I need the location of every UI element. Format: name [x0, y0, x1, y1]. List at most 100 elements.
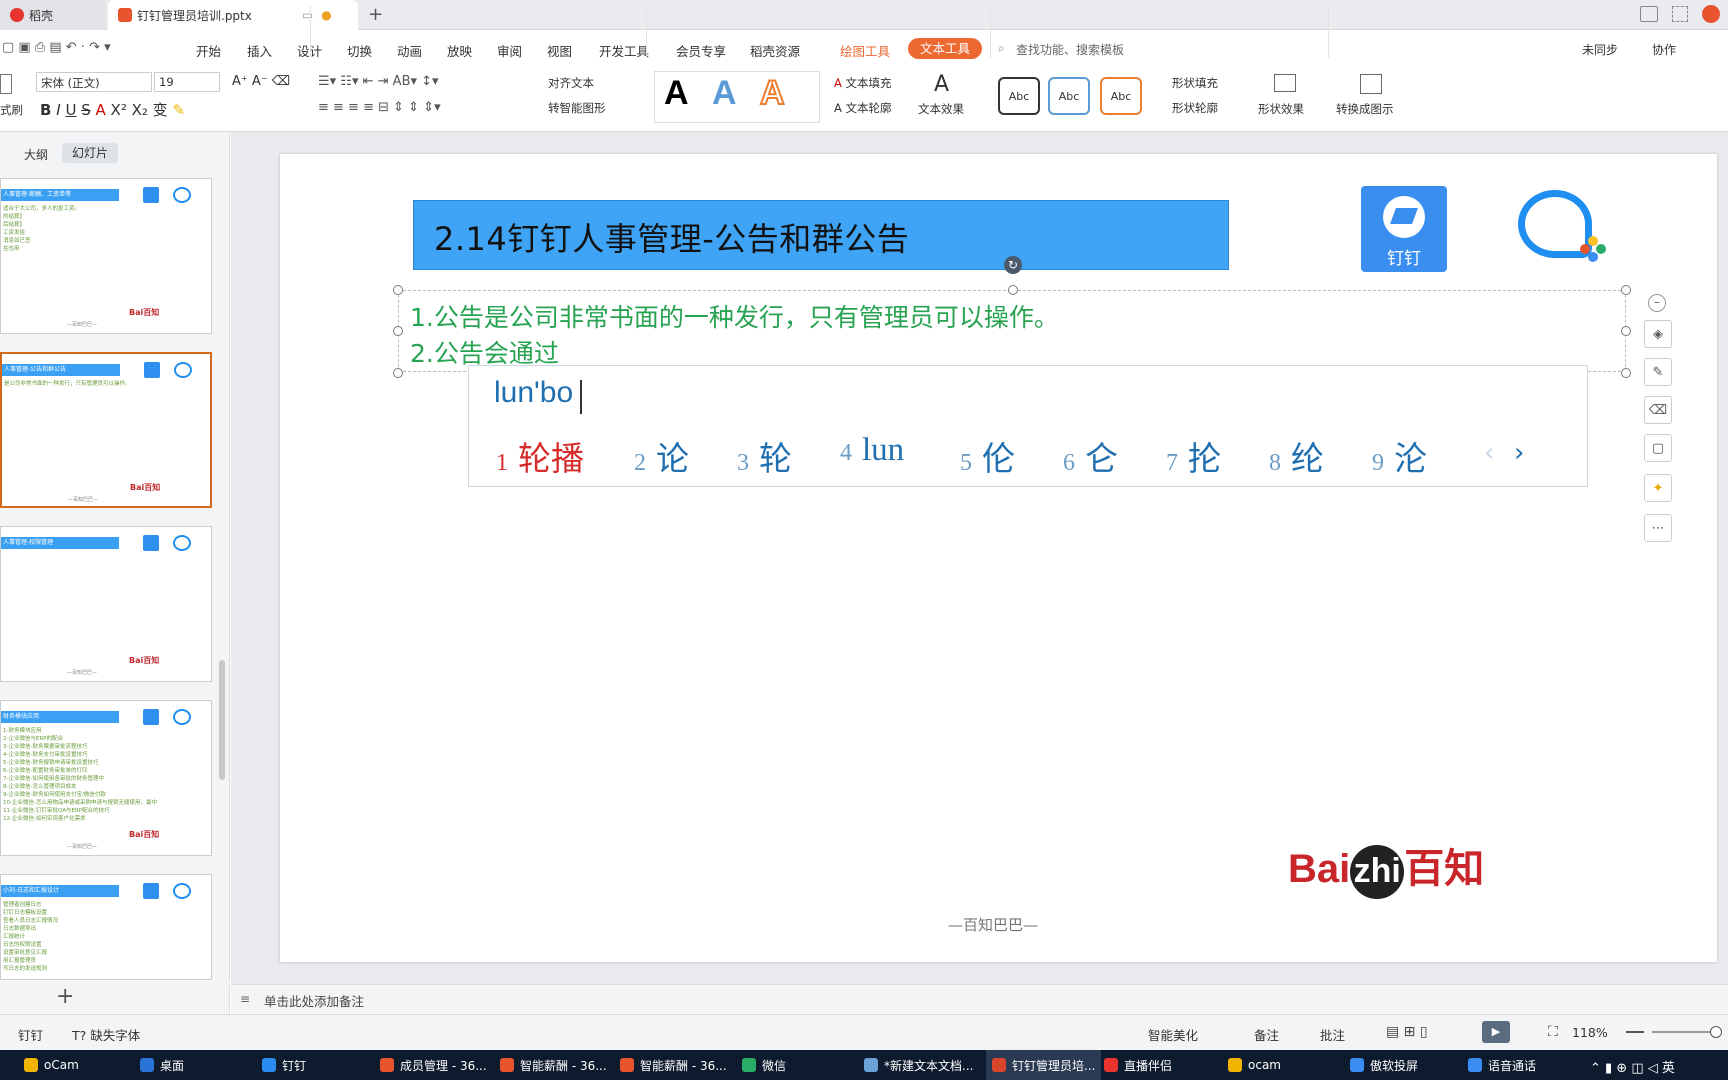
- idea-bulb-icon[interactable]: ✦: [1644, 474, 1672, 502]
- menu-transition[interactable]: 切换: [347, 41, 372, 60]
- status-dingtalk[interactable]: 钉钉: [18, 1025, 43, 1044]
- slide-thumbnail-selected[interactable]: 人事管理-公告和群公告 是公司非常书面的一种发行，只有管理员可以操作。 Bai百…: [0, 352, 212, 508]
- notes-placeholder[interactable]: 单击此处添加备注: [264, 991, 364, 1010]
- paste-icon[interactable]: [0, 74, 12, 94]
- taskbar-item[interactable]: 语音通话: [1468, 1050, 1536, 1080]
- zoom-level[interactable]: 118%: [1572, 1025, 1608, 1040]
- taskbar-item[interactable]: ocam: [1228, 1050, 1281, 1080]
- zoom-slider-thumb[interactable]: [1710, 1026, 1722, 1038]
- panel-scrollbar[interactable]: [219, 660, 225, 780]
- monitor-icon[interactable]: ▭: [302, 8, 313, 22]
- convert-diagram-icon[interactable]: [1360, 74, 1382, 94]
- fit-window-icon[interactable]: ⛶: [1548, 1024, 1558, 1040]
- ime-candidate-1[interactable]: 1 轮播: [496, 432, 584, 480]
- taskbar-item[interactable]: 微信: [742, 1050, 786, 1080]
- taskbar-item[interactable]: 智能薪酬 - 36...: [620, 1050, 727, 1080]
- taskbar-item[interactable]: 直播伴侣: [1104, 1050, 1172, 1080]
- menu-slideshow[interactable]: 放映: [447, 41, 472, 60]
- shape-style-orange[interactable]: Abc: [1100, 77, 1142, 115]
- slide-thumbnail[interactable]: 小刘-日志和汇报设计 管理者创建日志 钉钉日志模板设置 查看人员日志汇报情况 日志数据…: [0, 874, 212, 980]
- taskbar-item[interactable]: 桌面: [140, 1050, 184, 1080]
- play-slideshow-icon[interactable]: ▶: [1482, 1021, 1510, 1043]
- format-brush-label[interactable]: 式刷: [0, 102, 23, 118]
- list-icons[interactable]: ☰▾ ☷▾ ⇤ ⇥ AB▾ ↕▾: [318, 74, 439, 89]
- system-tray-icons[interactable]: ⌃ ▮ ⊕ ◫ ◁ 英: [1590, 1057, 1675, 1076]
- smart-shape-button[interactable]: 转智能图形: [548, 100, 606, 116]
- menu-member[interactable]: 会员专享: [676, 41, 726, 60]
- text-effect-icon[interactable]: A: [934, 72, 949, 97]
- text-style-blue[interactable]: A: [712, 74, 737, 113]
- shape-effect-icon[interactable]: [1274, 74, 1296, 92]
- slide-thumbnail[interactable]: 人事管理-薪酬、工资单等 适合于大公司，多人的复工资。 的结算】 后结算】 工资发给消…: [0, 178, 212, 334]
- text-style-orange-outline[interactable]: A: [759, 73, 786, 113]
- shape-effect-button[interactable]: 形状效果: [1258, 101, 1304, 117]
- resize-handle[interactable]: [393, 285, 403, 295]
- ime-candidate-3[interactable]: 3轮: [737, 432, 792, 480]
- menu-insert[interactable]: 插入: [247, 41, 272, 60]
- sync-status[interactable]: 未同步: [1582, 41, 1618, 58]
- align-text-button[interactable]: 对齐文本: [548, 75, 594, 91]
- more-icon[interactable]: ⋯: [1644, 514, 1672, 542]
- view-mode-icons[interactable]: ▤ ⊞ ▯: [1386, 1024, 1428, 1040]
- taskbar-item[interactable]: 傲软投屏: [1350, 1050, 1418, 1080]
- search-input[interactable]: 查找功能、搜索模板: [1016, 41, 1124, 58]
- shape-fill-button[interactable]: 形状填充: [1172, 75, 1218, 91]
- slide-title[interactable]: 2.14钉钉人事管理-公告和群公告: [434, 214, 909, 260]
- resize-handle[interactable]: [1621, 368, 1631, 378]
- tab-daoke[interactable]: 稻壳: [0, 0, 106, 30]
- smart-beautify-button[interactable]: 智能美化: [1148, 1025, 1198, 1044]
- avatar[interactable]: [1702, 5, 1720, 23]
- font-style-icons[interactable]: B I U S A X² X₂ 变 ✎: [40, 99, 185, 120]
- text-fill-button[interactable]: A 文本填充: [834, 75, 892, 91]
- text-effect-button[interactable]: 文本效果: [918, 101, 964, 117]
- grid-view-icon[interactable]: [1672, 6, 1688, 22]
- tab-pptx-file[interactable]: 钉钉管理员培训.pptx ▭ ●: [108, 0, 358, 30]
- menu-review[interactable]: 审阅: [497, 41, 522, 60]
- ime-candidate-8[interactable]: 8纶: [1269, 432, 1324, 480]
- ime-candidate-7[interactable]: 7抡: [1166, 432, 1221, 480]
- resize-handle[interactable]: [393, 368, 403, 378]
- text-outline-button[interactable]: A 文本轮廓: [834, 100, 892, 116]
- convert-diagram-button[interactable]: 转换成图示: [1336, 101, 1394, 117]
- resize-handle[interactable]: [1621, 326, 1631, 336]
- taskbar-item[interactable]: 钉钉: [262, 1050, 306, 1080]
- font-name-select[interactable]: 宋体 (正文): [36, 72, 152, 92]
- pen-icon[interactable]: ✎: [1644, 358, 1672, 386]
- resize-handle[interactable]: [1008, 285, 1018, 295]
- menu-developer[interactable]: 开发工具: [599, 41, 649, 60]
- eraser-icon[interactable]: ⌫: [1644, 396, 1672, 424]
- comment-button[interactable]: 批注: [1320, 1025, 1345, 1044]
- frame-icon[interactable]: ▢: [1644, 434, 1672, 462]
- menu-animation[interactable]: 动画: [397, 41, 422, 60]
- taskbar-item[interactable]: 智能薪酬 - 36...: [500, 1050, 607, 1080]
- shape-style-dark[interactable]: Abc: [998, 77, 1040, 115]
- ime-candidate-9[interactable]: 9沦: [1372, 432, 1427, 480]
- zoom-slider[interactable]: [1652, 1031, 1718, 1033]
- collab-button[interactable]: 协作: [1652, 41, 1676, 58]
- window-layout-icon[interactable]: [1640, 6, 1658, 22]
- ime-candidate-2[interactable]: 2论: [634, 432, 689, 480]
- menu-daoke-resources[interactable]: 稻壳资源: [750, 41, 800, 60]
- zoom-out-icon[interactable]: [1626, 1031, 1644, 1033]
- rotate-handle-icon[interactable]: ↻: [1004, 256, 1022, 274]
- taskbar-item[interactable]: oCam: [24, 1050, 79, 1080]
- paragraph-align-icons[interactable]: ≡ ≡ ≡ ≡ ⊟ ⇕ ⇕ ⇕▾: [318, 100, 441, 115]
- font-size-select[interactable]: 19: [154, 72, 220, 92]
- shape-outline-button[interactable]: 形状轮廓: [1172, 100, 1218, 116]
- font-grow-shrink-icons[interactable]: A⁺ A⁻ ⌫: [232, 74, 290, 89]
- quick-access-icons[interactable]: ▢ ▣ ⎙ ▤ ↶ · ↷ ▾: [2, 40, 111, 55]
- layers-icon[interactable]: ◈: [1644, 320, 1672, 348]
- menu-view[interactable]: 视图: [547, 41, 572, 60]
- ime-prev-page-icon[interactable]: ‹: [1484, 438, 1494, 468]
- menu-start[interactable]: 开始: [196, 41, 221, 60]
- text-style-black[interactable]: A: [664, 74, 689, 113]
- ime-candidate-4[interactable]: 4 lun: [840, 432, 904, 469]
- notes-toggle-button[interactable]: 备注: [1254, 1025, 1279, 1044]
- menu-text-tools[interactable]: 文本工具: [908, 38, 982, 59]
- ime-candidate-5[interactable]: 5伦: [960, 432, 1015, 480]
- new-tab-icon[interactable]: +: [368, 4, 383, 25]
- resize-handle[interactable]: [393, 326, 403, 336]
- taskbar-item[interactable]: 钉钉管理员培...: [986, 1050, 1102, 1080]
- slide[interactable]: [280, 154, 1717, 962]
- menu-drawing-tools[interactable]: 绘图工具: [840, 41, 890, 60]
